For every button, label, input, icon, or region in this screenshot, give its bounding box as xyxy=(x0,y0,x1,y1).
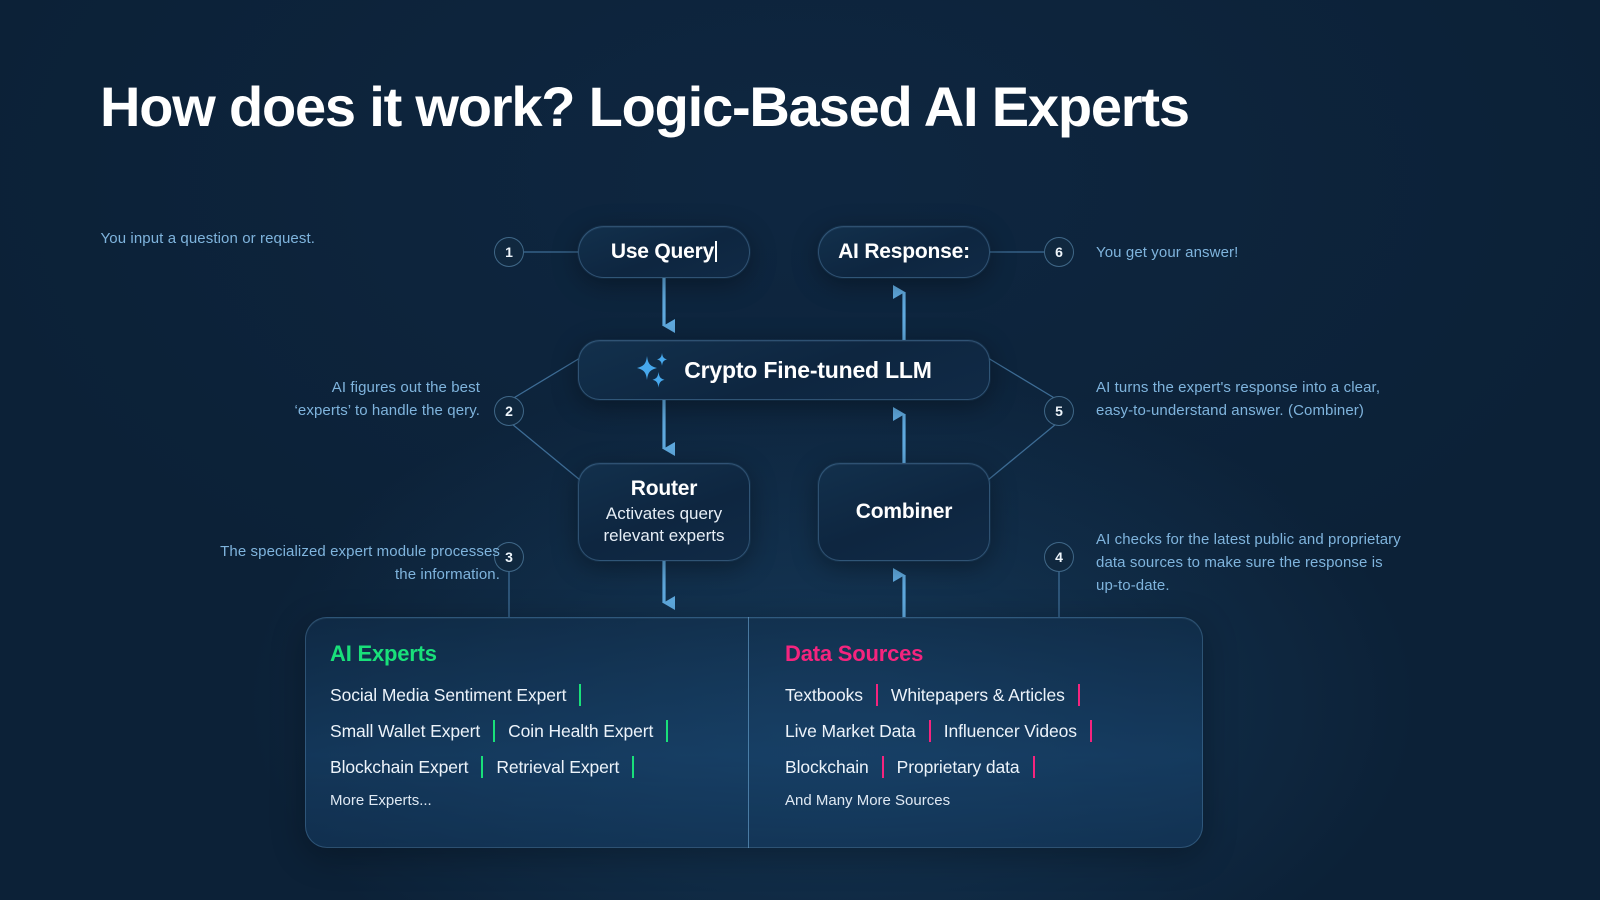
data-sources-column: Data Sources Textbooks Whitepapers & Arti… xyxy=(749,618,1204,847)
step-annotation-2: AI figures out the best ‘experts’ to han… xyxy=(294,379,480,419)
accent-separator xyxy=(875,684,878,706)
diagram-canvas: How does it work? Logic-Based AI Experts… xyxy=(0,0,1600,900)
ai-experts-list: Social Media Sentiment Expert Small Walle… xyxy=(330,684,749,778)
data-sources-footer: And Many More Sources xyxy=(785,792,951,809)
ai-expert-row: Small Wallet Expert Coin Health Expert xyxy=(330,720,749,742)
capabilities-panel: AI Experts Social Media Sentiment Expert… xyxy=(305,617,1203,848)
panel-divider xyxy=(748,617,749,848)
sparkles-icon xyxy=(636,350,670,390)
node-crypto-finetuned-llm[interactable]: Crypto Fine-tuned LLM xyxy=(578,340,990,400)
node-router-subtitle: Activates query relevant experts xyxy=(603,504,725,546)
accent-separator xyxy=(1089,720,1092,742)
node-use-query-label: Use Query xyxy=(611,240,718,264)
list-item[interactable]: Retrieval Expert xyxy=(496,757,619,778)
list-item[interactable]: Social Media Sentiment Expert xyxy=(330,685,566,706)
list-item[interactable]: Live Market Data xyxy=(785,721,916,742)
list-item[interactable]: Small Wallet Expert xyxy=(330,721,480,742)
step-annotation-4: AI checks for the latest public and prop… xyxy=(1096,531,1401,594)
node-llm-label: Crypto Fine-tuned LLM xyxy=(684,356,932,383)
page-title: How does it work? Logic-Based AI Experts xyxy=(100,75,1190,138)
step-annotation-1: You input a question or request. xyxy=(100,230,315,247)
step-annotation-5: AI turns the expert's response into a cl… xyxy=(1096,379,1381,419)
ai-expert-row: Blockchain Expert Retrieval Expert xyxy=(330,756,749,778)
node-combiner-label: Combiner xyxy=(855,499,953,523)
accent-separator xyxy=(928,720,931,742)
node-ai-response-label: AI Response: xyxy=(838,239,970,263)
list-item[interactable]: Influencer Videos xyxy=(944,721,1077,742)
accent-separator xyxy=(666,720,669,742)
data-source-row: Live Market Data Influencer Videos xyxy=(785,720,1204,742)
step-badge-4[interactable]: 4 xyxy=(1044,542,1074,572)
accent-separator xyxy=(1032,756,1035,778)
step-badge-5[interactable]: 5 xyxy=(1044,396,1074,426)
data-sources-heading: Data Sources xyxy=(785,641,924,666)
accent-separator xyxy=(881,756,884,778)
data-source-row: Blockchain Proprietary data xyxy=(785,756,1204,778)
step-badge-2[interactable]: 2 xyxy=(494,396,524,426)
node-router-label: Router xyxy=(630,477,698,501)
list-item[interactable]: Blockchain Expert xyxy=(330,757,468,778)
list-item[interactable]: Coin Health Expert xyxy=(508,721,653,742)
ai-experts-heading: AI Experts xyxy=(330,641,437,666)
ai-experts-column: AI Experts Social Media Sentiment Expert… xyxy=(306,618,749,847)
list-item[interactable]: Whitepapers & Articles xyxy=(891,685,1065,706)
node-ai-response[interactable]: AI Response: xyxy=(818,226,990,278)
node-router[interactable]: Router Activates query relevant experts xyxy=(578,463,750,561)
node-combiner[interactable]: Combiner xyxy=(818,463,990,561)
list-item[interactable]: Blockchain xyxy=(785,757,869,778)
data-source-row: Textbooks Whitepapers & Articles xyxy=(785,684,1204,706)
step-badge-6[interactable]: 6 xyxy=(1044,237,1074,267)
step-annotation-6: You get your answer! xyxy=(1096,244,1239,261)
ai-experts-footer: More Experts... xyxy=(330,792,432,809)
accent-separator xyxy=(632,756,635,778)
node-use-query[interactable]: Use Query xyxy=(578,226,750,278)
accent-separator xyxy=(579,684,582,706)
ai-expert-row: Social Media Sentiment Expert xyxy=(330,684,749,706)
accent-separator xyxy=(493,720,496,742)
text-cursor-icon xyxy=(715,240,718,262)
step-badge-1[interactable]: 1 xyxy=(494,237,524,267)
step-annotation-3: The specialized expert module processes … xyxy=(220,543,500,583)
accent-separator xyxy=(481,756,484,778)
data-sources-list: Textbooks Whitepapers & Articles Live Mark… xyxy=(785,684,1204,778)
list-item[interactable]: Textbooks xyxy=(785,685,863,706)
list-item[interactable]: Proprietary data xyxy=(897,757,1020,778)
accent-separator xyxy=(1077,684,1080,706)
